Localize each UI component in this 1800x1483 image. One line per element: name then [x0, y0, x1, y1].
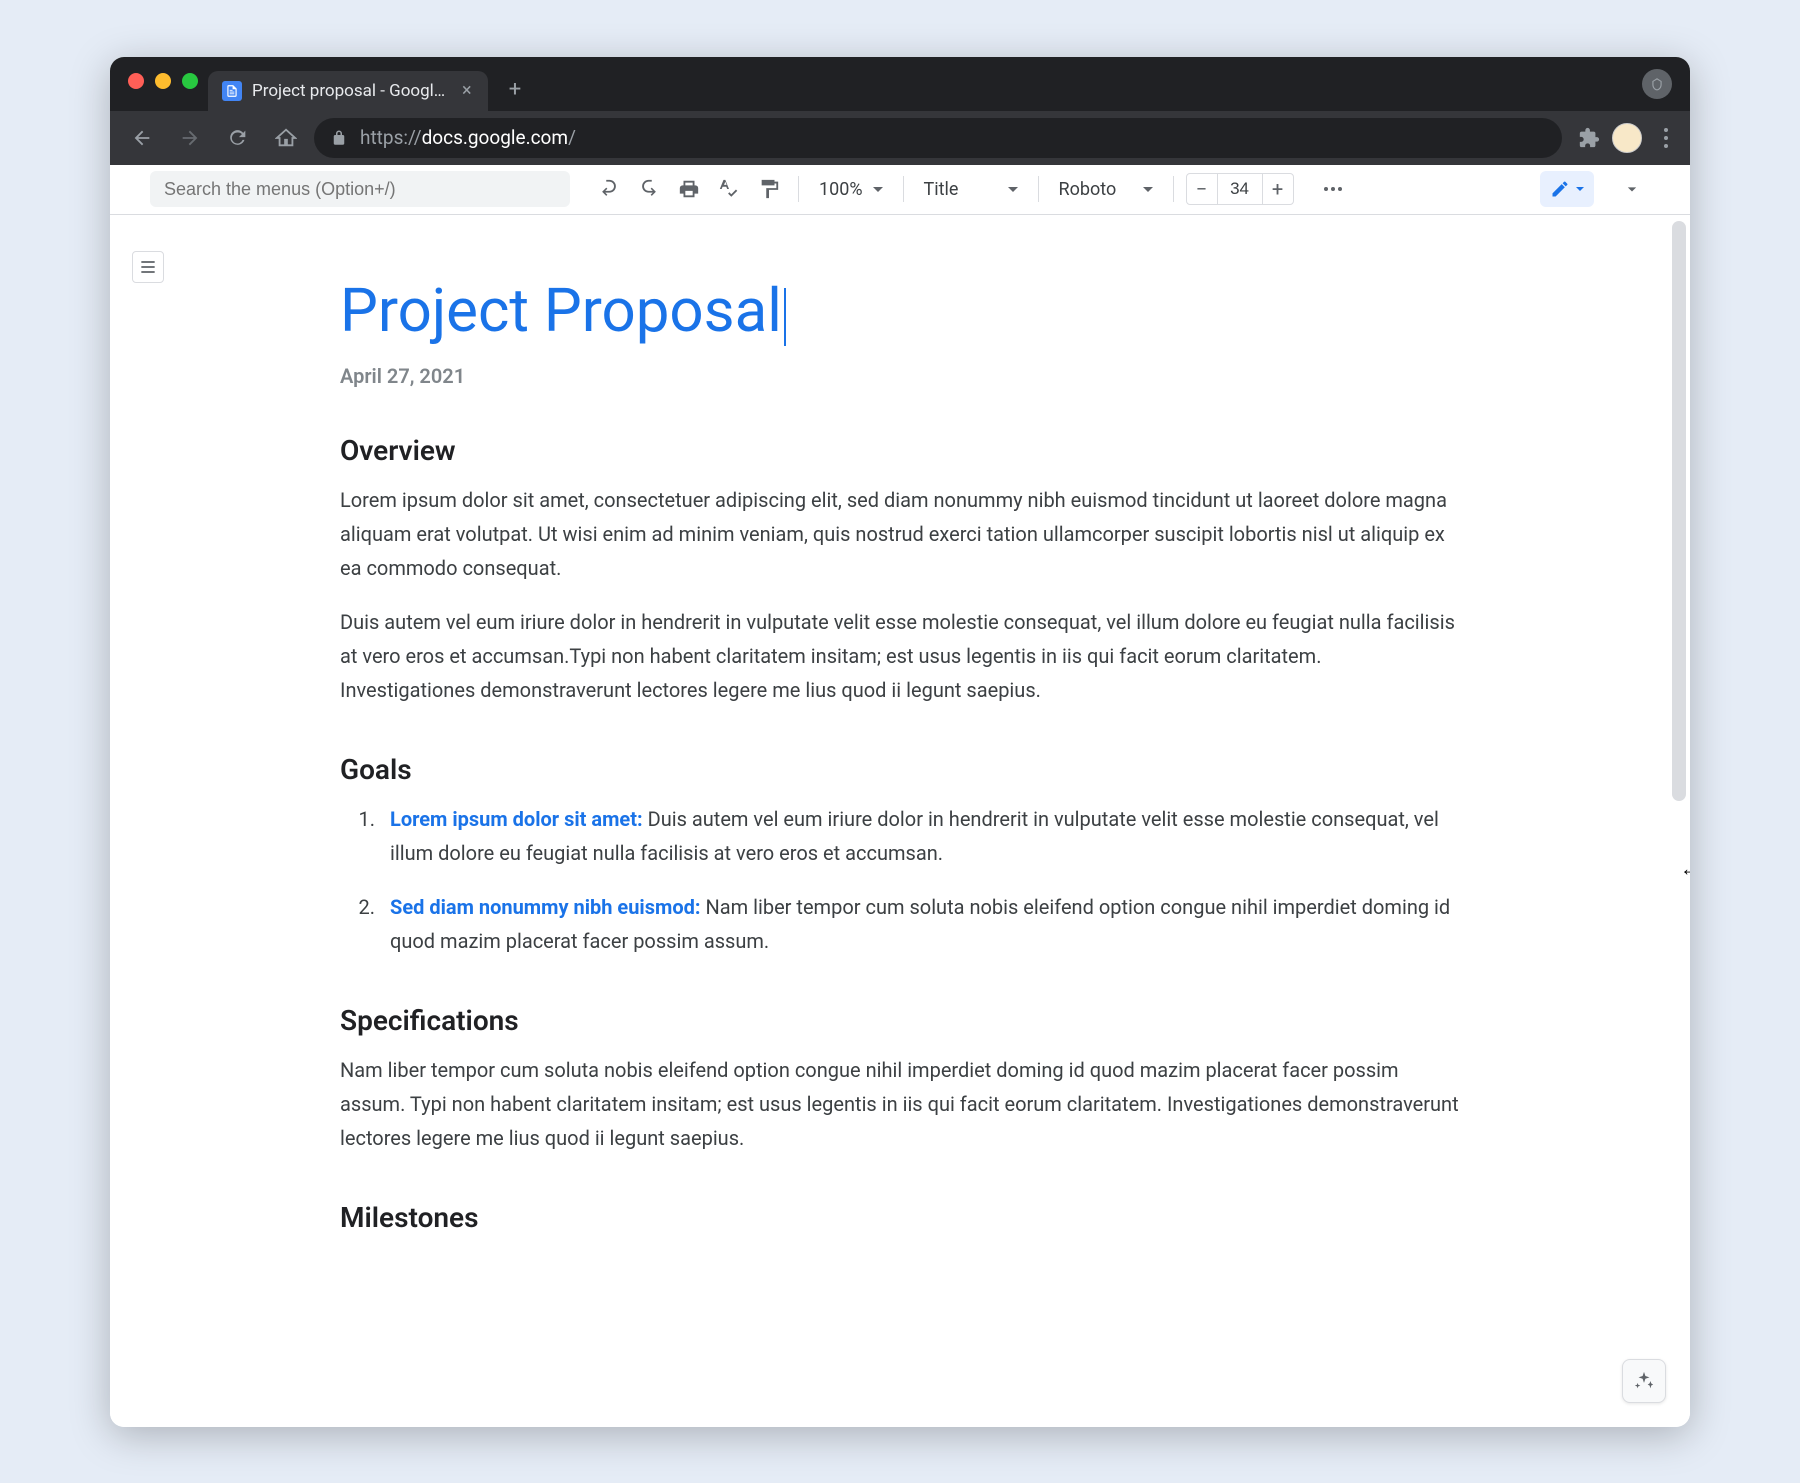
addressbar-actions — [1578, 123, 1678, 153]
collapse-toolbar-button[interactable] — [1614, 171, 1650, 207]
nav-reload-button[interactable] — [218, 118, 258, 158]
sparkle-icon — [1633, 1370, 1655, 1392]
browser-tab[interactable]: Project proposal - Google Docs × — [208, 71, 488, 111]
caret-down-icon — [1008, 187, 1018, 192]
paragraph[interactable]: Duis autem vel eum iriure dolor in hendr… — [340, 605, 1460, 707]
caret-down-icon — [1576, 187, 1584, 191]
vertical-scrollbar[interactable] — [1672, 221, 1686, 801]
heading-specifications[interactable]: Specifications — [340, 1004, 1460, 1037]
scrollbar-thumb[interactable] — [1672, 221, 1686, 801]
explore-button[interactable] — [1622, 1359, 1666, 1403]
heading-goals[interactable]: Goals — [340, 753, 1460, 786]
font-size-decrease-button[interactable]: − — [1187, 174, 1217, 204]
text-caret — [784, 288, 786, 346]
nav-back-button[interactable] — [122, 118, 162, 158]
browser-tabbar: Project proposal - Google Docs × + — [110, 57, 1690, 111]
goal-label[interactable]: Sed diam nonummy nibh euismod: — [390, 895, 701, 919]
document-outline-button[interactable] — [132, 251, 164, 283]
heading-overview[interactable]: Overview — [340, 434, 1460, 467]
chrome-profile-button[interactable] — [1642, 69, 1672, 99]
browser-window: Project proposal - Google Docs × + https… — [110, 57, 1690, 1427]
document-scroll-area[interactable]: ↔ Project Proposal April 27, 2021 Overvi… — [110, 215, 1690, 1427]
toolbar-more-button[interactable] — [1316, 187, 1350, 191]
zoom-value: 100% — [819, 179, 863, 200]
font-size-increase-button[interactable]: + — [1263, 174, 1293, 204]
extensions-icon[interactable] — [1578, 127, 1600, 149]
goals-list[interactable]: Lorem ipsum dolor sit amet: Duis autem v… — [340, 802, 1460, 958]
paragraph-style-select[interactable]: Title — [916, 172, 1026, 206]
editing-mode-button[interactable] — [1540, 171, 1594, 207]
window-close-button[interactable] — [128, 73, 144, 89]
paragraph[interactable]: Nam liber tempor cum soluta nobis eleife… — [340, 1053, 1460, 1155]
browser-addressbar: https://docs.google.com/ — [110, 111, 1690, 165]
font-family-select[interactable]: Roboto — [1051, 172, 1161, 206]
nav-home-button[interactable] — [266, 118, 306, 158]
caret-down-icon — [1143, 187, 1153, 192]
resize-cursor-icon: ↔ — [1680, 856, 1690, 881]
url-text: https://docs.google.com/ — [360, 126, 576, 149]
paint-format-button[interactable] — [752, 172, 786, 206]
url-bar[interactable]: https://docs.google.com/ — [314, 118, 1562, 158]
window-minimize-button[interactable] — [155, 73, 171, 89]
heading-milestones[interactable]: Milestones — [340, 1201, 1460, 1234]
new-tab-button[interactable]: + — [498, 73, 532, 107]
document-date[interactable]: April 27, 2021 — [340, 364, 1460, 388]
list-item[interactable]: Lorem ipsum dolor sit amet: Duis autem v… — [380, 802, 1460, 870]
window-maximize-button[interactable] — [182, 73, 198, 89]
font-size-group: − + — [1186, 173, 1294, 205]
document-page[interactable]: Project Proposal April 27, 2021 Overview… — [340, 215, 1460, 1234]
chrome-menu-button[interactable] — [1654, 128, 1678, 148]
nav-forward-button[interactable] — [170, 118, 210, 158]
chrome-user-avatar[interactable] — [1612, 123, 1642, 153]
redo-button[interactable] — [632, 172, 666, 206]
window-controls — [128, 73, 198, 89]
font-size-input[interactable] — [1217, 174, 1263, 204]
tab-title: Project proposal - Google Docs — [252, 81, 452, 101]
docs-toolbar: 100% Title Roboto − + — [110, 165, 1690, 215]
document-title[interactable]: Project Proposal — [340, 275, 1460, 346]
paragraph[interactable]: Lorem ipsum dolor sit amet, consectetuer… — [340, 483, 1460, 585]
undo-button[interactable] — [592, 172, 626, 206]
caret-down-icon — [873, 187, 883, 192]
lock-icon — [330, 129, 348, 147]
list-item[interactable]: Sed diam nonummy nibh euismod: Nam liber… — [380, 890, 1460, 958]
docs-favicon-icon — [222, 81, 242, 101]
zoom-select[interactable]: 100% — [811, 172, 891, 206]
tab-close-button[interactable]: × — [462, 80, 472, 101]
menu-search-input[interactable] — [150, 171, 570, 207]
font-family-value: Roboto — [1059, 179, 1117, 200]
goal-label[interactable]: Lorem ipsum dolor sit amet: — [390, 807, 643, 831]
pencil-icon — [1550, 179, 1570, 199]
print-button[interactable] — [672, 172, 706, 206]
spellcheck-button[interactable] — [712, 172, 746, 206]
paragraph-style-value: Title — [924, 179, 959, 200]
